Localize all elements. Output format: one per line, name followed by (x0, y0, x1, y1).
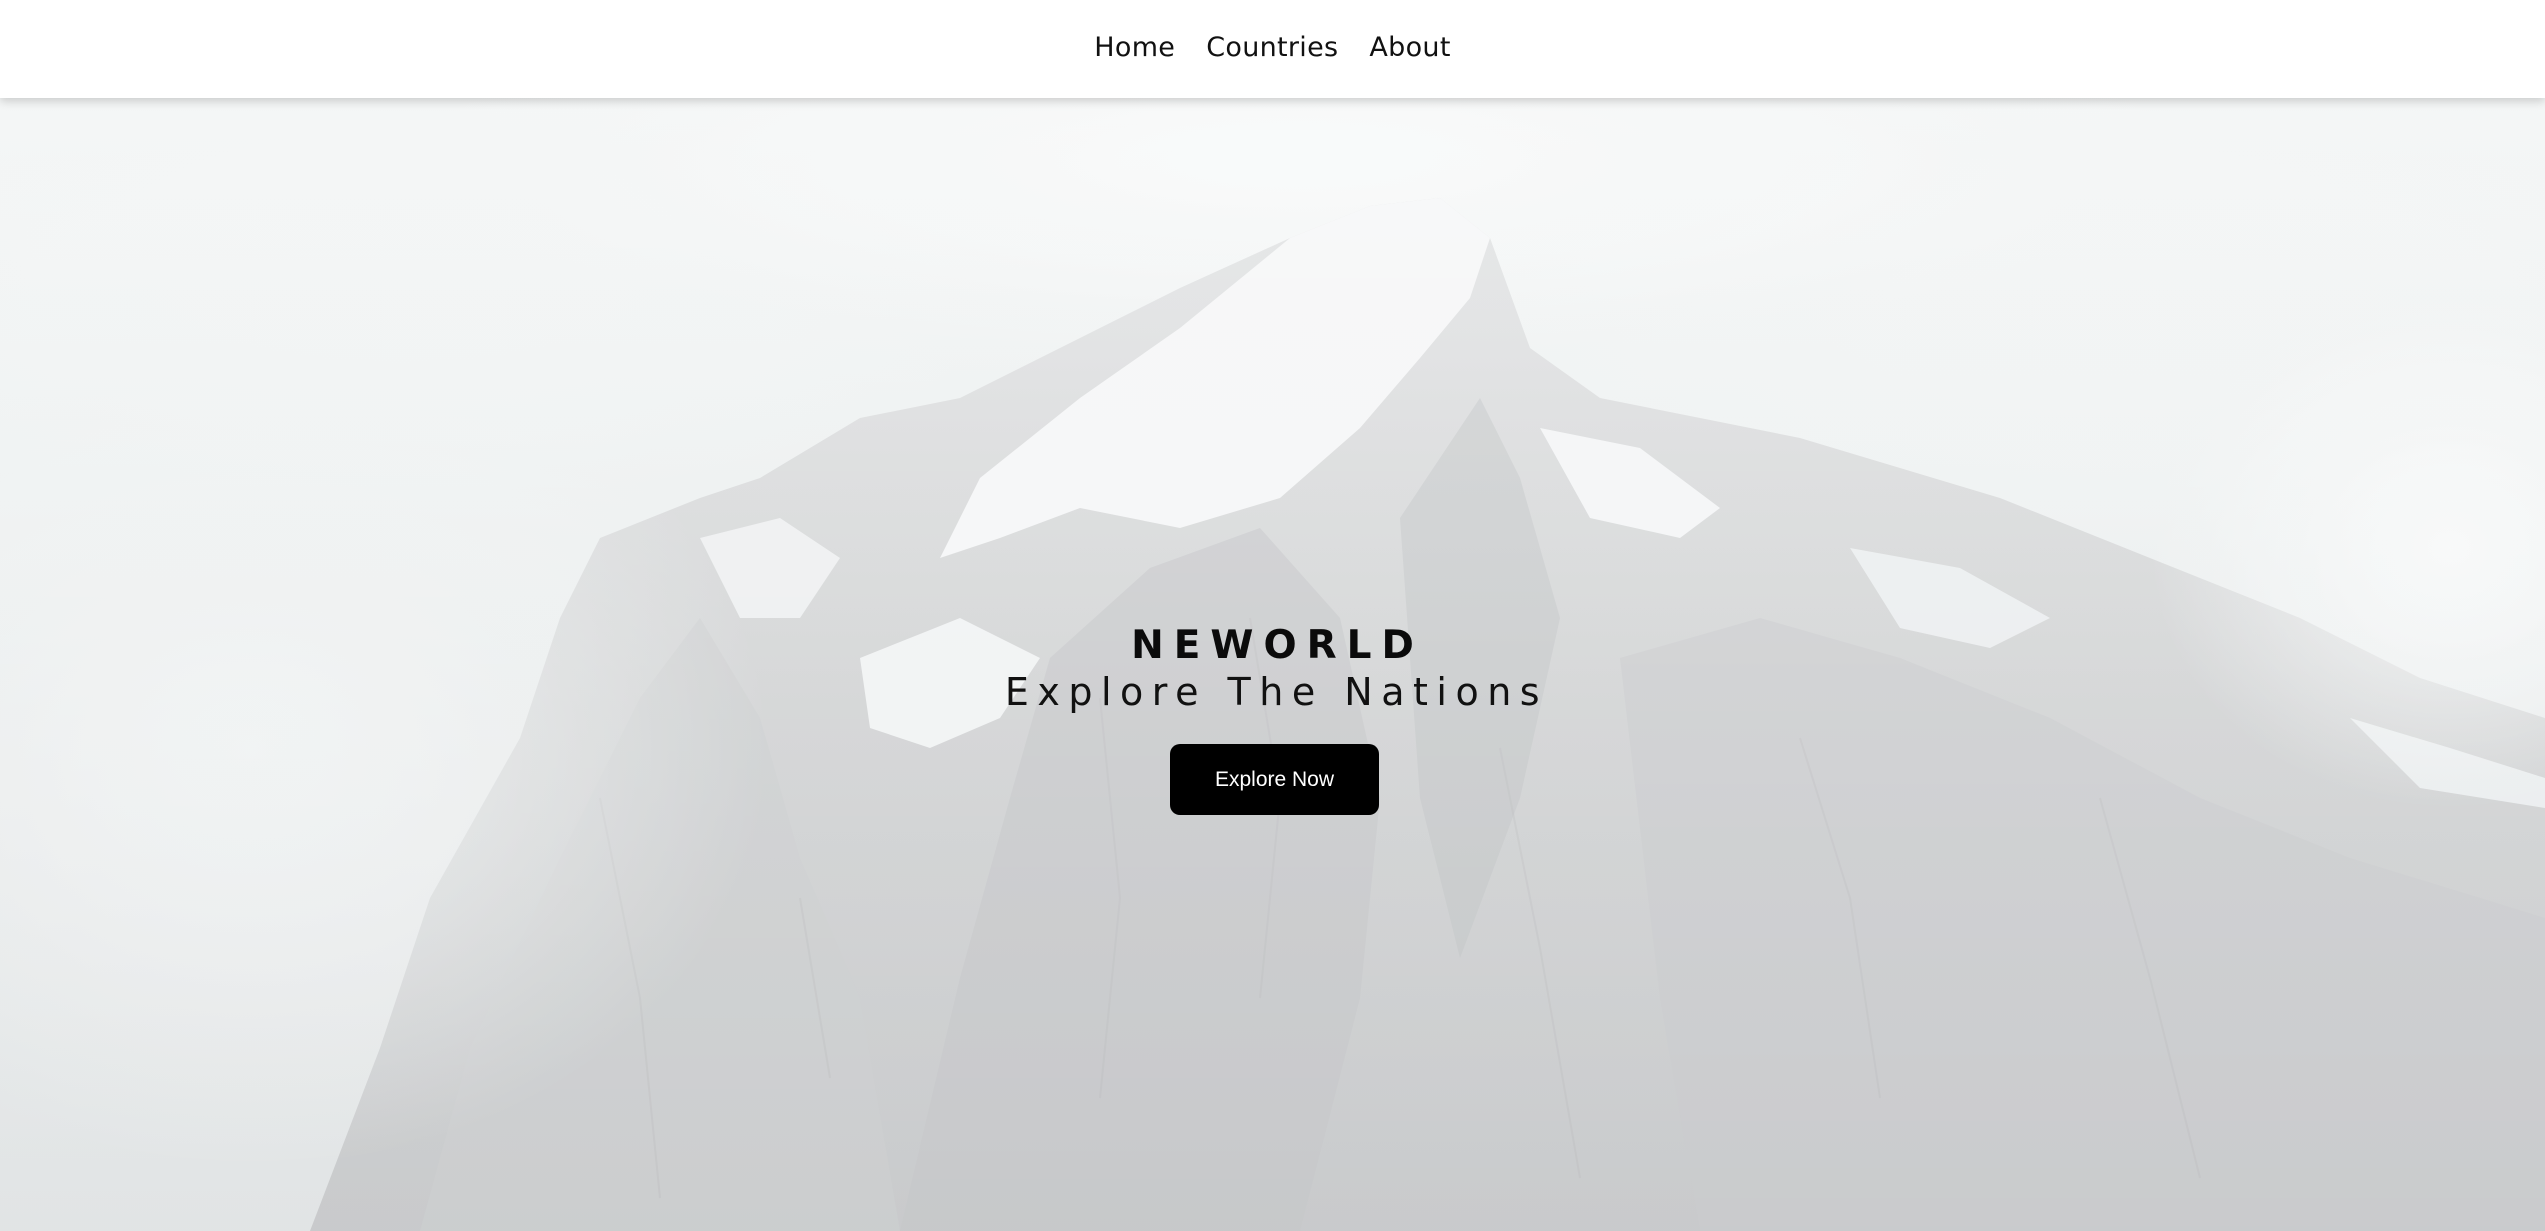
nav-link-about[interactable]: About (1369, 32, 1450, 63)
brand-title: NEWORLD (1131, 623, 1424, 668)
nav-item-about: About (1369, 32, 1450, 63)
nav-item-countries: Countries (1206, 32, 1338, 63)
hero-content: NEWORLD Explore The Nations Explore Now (0, 623, 2545, 815)
hero-section: NEWORLD Explore The Nations Explore Now (0, 98, 2545, 1231)
explore-now-button[interactable]: Explore Now (1170, 744, 1379, 815)
nav-item-home: Home (1094, 32, 1175, 63)
page: Home Countries About NEWORLD Explore The… (0, 0, 2545, 1231)
nav-link-countries[interactable]: Countries (1206, 32, 1338, 63)
nav-list: Home Countries About (1094, 32, 1450, 63)
nav-link-home[interactable]: Home (1094, 32, 1175, 63)
hero-tagline: Explore The Nations (1004, 670, 1549, 714)
navbar: Home Countries About (0, 0, 2545, 98)
